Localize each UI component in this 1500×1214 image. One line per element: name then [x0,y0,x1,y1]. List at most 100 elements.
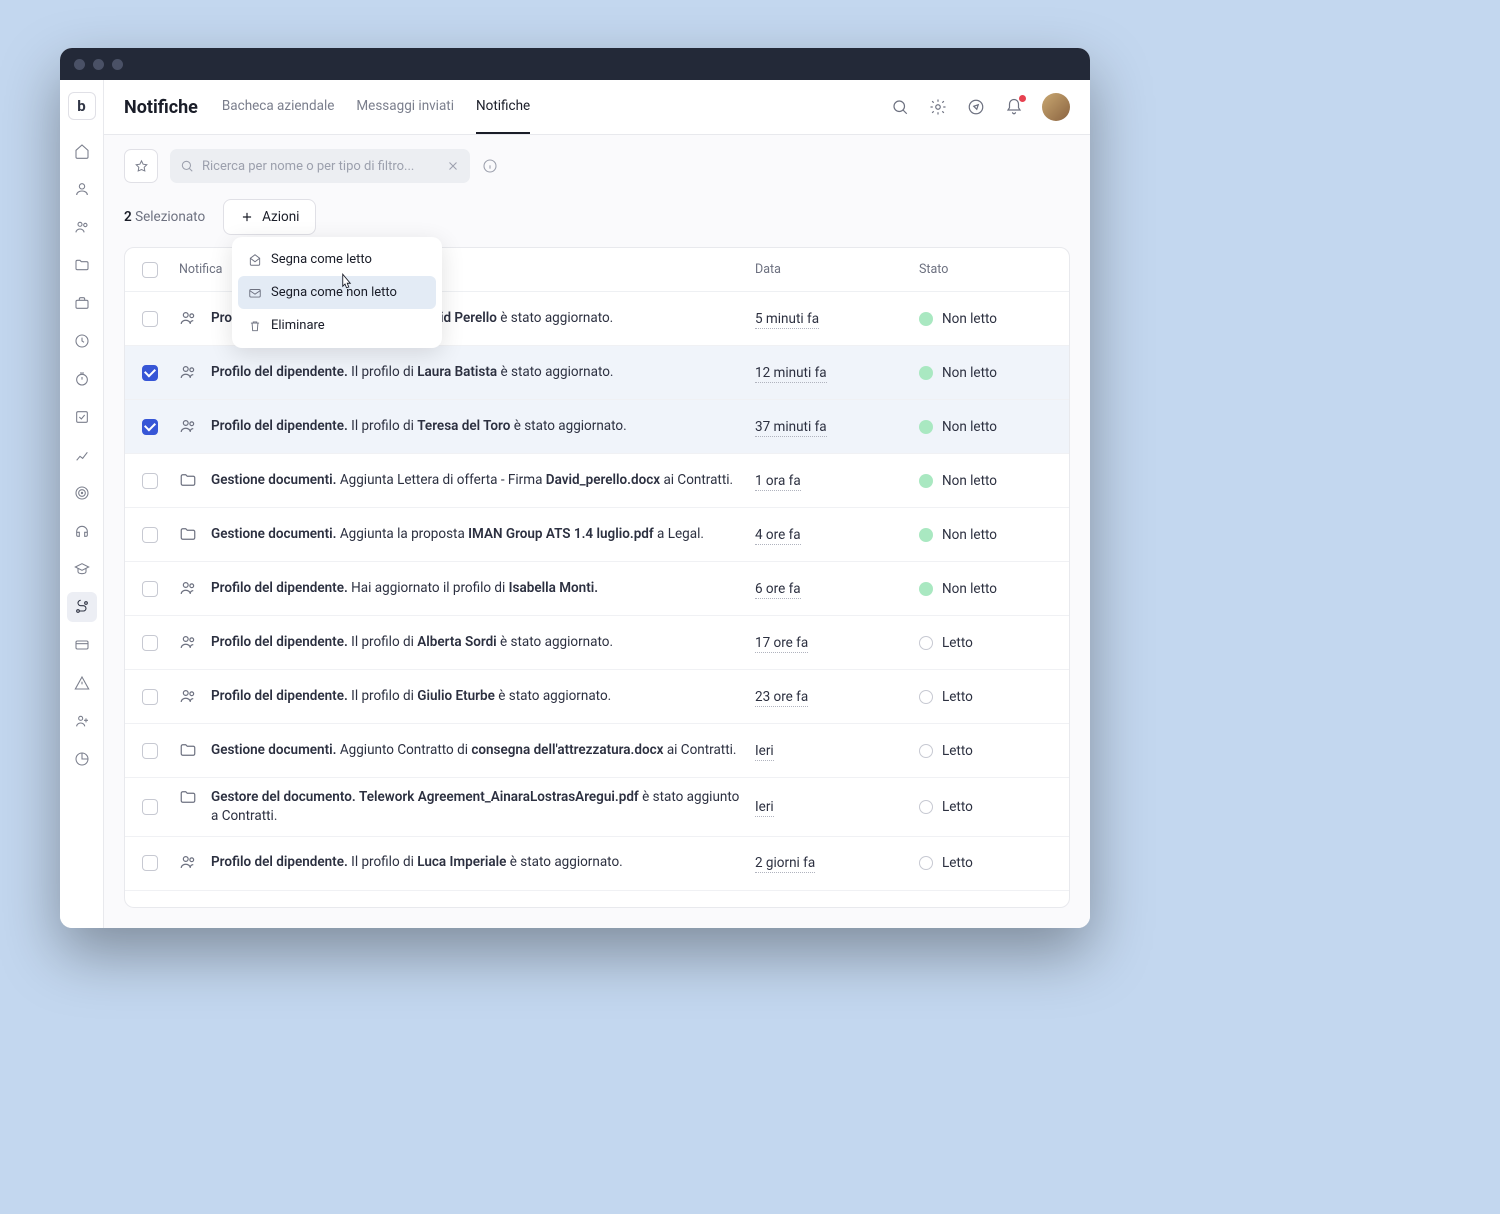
table-row[interactable]: Profilo del dipendente. Il profilo di Al… [125,616,1069,670]
date-cell: 37 minuti fa [755,419,919,435]
notification-text: Gestore del documento. Telework Agreemen… [211,788,755,826]
state-cell: Non letto [919,365,1069,381]
pie-icon[interactable] [67,744,97,774]
info-icon[interactable] [482,158,498,174]
tab-notifiche[interactable]: Notifiche [476,80,530,134]
row-checkbox[interactable] [142,419,158,435]
timer-icon[interactable] [67,364,97,394]
notification-text: Profilo del dipendente. Il profilo di Gi… [211,687,755,706]
row-checkbox[interactable] [142,799,158,815]
app-logo[interactable]: b [68,92,96,120]
state-cell: Letto [919,689,1069,705]
date-cell: 2 giorni fa [755,855,919,871]
people-icon [179,907,199,908]
row-checkbox[interactable] [142,473,158,489]
row-checkbox[interactable] [142,855,158,871]
state-cell: Non letto [919,311,1069,327]
row-checkbox[interactable] [142,581,158,597]
folder-icon [179,525,199,545]
state-cell: Letto [919,635,1069,651]
table-row[interactable]: Profilo del dipendente. Il profilo di Lu… [125,837,1069,891]
actions-button[interactable]: Azioni [223,199,316,235]
window-close-dot[interactable] [74,59,85,70]
app-window: b Notifiche Bacheca aziendale Messaggi in… [60,48,1090,928]
state-dot [919,800,933,814]
search-icon [180,159,194,173]
date-cell: 1 ora fa [755,473,919,489]
state-cell: Non letto [919,527,1069,543]
window-min-dot[interactable] [93,59,104,70]
search-placeholder: Ricerca per nome o per tipo di filtro... [202,159,438,174]
table-row[interactable]: Gestore del documento. Telework Agreemen… [125,778,1069,837]
search-icon[interactable] [890,97,910,117]
notification-text: Profilo del dipendente. Il profilo di Lu… [211,853,755,872]
table-row[interactable]: Gestione documenti. Aggiunta Lettera di … [125,454,1069,508]
notification-text: Profilo del dipendente. Il profilo di Al… [211,633,755,652]
card-icon[interactable] [67,630,97,660]
person-icon[interactable] [67,174,97,204]
notification-text: Gestione documenti. Aggiunta Lettera di … [211,471,755,490]
graduation-icon[interactable] [67,554,97,584]
filter-bar: Ricerca per nome o per tipo di filtro... [104,135,1090,183]
avatar[interactable] [1042,93,1070,121]
chart-icon[interactable] [67,440,97,470]
bell-icon[interactable] [1004,97,1024,117]
home-icon[interactable] [67,136,97,166]
tab-bacheca-aziendale[interactable]: Bacheca aziendale [222,80,335,134]
state-cell: Non letto [919,419,1069,435]
table-row[interactable]: Profilo del dipendente. Il profilo di Gi… [125,670,1069,724]
briefcase-icon[interactable] [67,288,97,318]
state-dot [919,636,933,650]
state-cell: Letto [919,799,1069,815]
table-row[interactable]: Gestione documenti. Aggiunto Contratto d… [125,724,1069,778]
people-icon [179,309,199,329]
topbar: Notifiche Bacheca aziendale Messaggi invi… [104,80,1090,135]
state-dot [919,366,933,380]
target-icon[interactable] [67,478,97,508]
warning-icon[interactable] [67,668,97,698]
selected-count: 2 Selezionato [124,209,205,225]
table-row[interactable]: Profilo del dipendente. Il profilo di Ma… [125,891,1069,908]
row-checkbox[interactable] [142,743,158,759]
table-row[interactable]: Profilo del dipendente. Hai aggiornato i… [125,562,1069,616]
notification-text: Profilo del dipendente. Il profilo di Ma… [211,907,755,908]
state-cell: Non letto [919,473,1069,489]
table-row[interactable]: Profilo del dipendente. Il profilo di Te… [125,400,1069,454]
state-dot [919,474,933,488]
user-add-icon[interactable] [67,706,97,736]
row-checkbox[interactable] [142,527,158,543]
date-cell: 12 minuti fa [755,365,919,381]
dropdown-item[interactable]: Eliminare [238,309,436,342]
route-icon[interactable] [67,592,97,622]
state-cell: Non letto [919,581,1069,597]
tabs: Bacheca aziendale Messaggi inviati Notific… [222,80,530,134]
favorites-button[interactable] [124,149,158,183]
row-checkbox[interactable] [142,365,158,381]
clear-icon[interactable] [446,159,460,173]
folder-icon[interactable] [67,250,97,280]
notification-badge [1019,95,1026,102]
row-checkbox[interactable] [142,635,158,651]
compass-icon[interactable] [966,97,986,117]
check-square-icon[interactable] [67,402,97,432]
headset-icon[interactable] [67,516,97,546]
people-icon [179,363,199,383]
window-max-dot[interactable] [112,59,123,70]
table-row[interactable]: Profilo del dipendente. Il profilo di La… [125,346,1069,400]
select-all-checkbox[interactable] [142,262,158,278]
date-cell: 17 ore fa [755,635,919,651]
clock-icon[interactable] [67,326,97,356]
people-icon[interactable] [67,212,97,242]
row-checkbox[interactable] [142,689,158,705]
date-cell: Ieri [755,799,919,815]
row-checkbox[interactable] [142,311,158,327]
people-icon [179,579,199,599]
actions-dropdown: Segna come lettoSegna come non lettoElim… [232,237,442,348]
date-cell: 5 minuti fa [755,311,919,327]
search-input[interactable]: Ricerca per nome o per tipo di filtro... [170,149,470,183]
page-title: Notifiche [124,97,198,118]
state-dot [919,528,933,542]
tab-messaggi-inviati[interactable]: Messaggi inviati [356,80,454,134]
table-row[interactable]: Gestione documenti. Aggiunta la proposta… [125,508,1069,562]
gear-icon[interactable] [928,97,948,117]
